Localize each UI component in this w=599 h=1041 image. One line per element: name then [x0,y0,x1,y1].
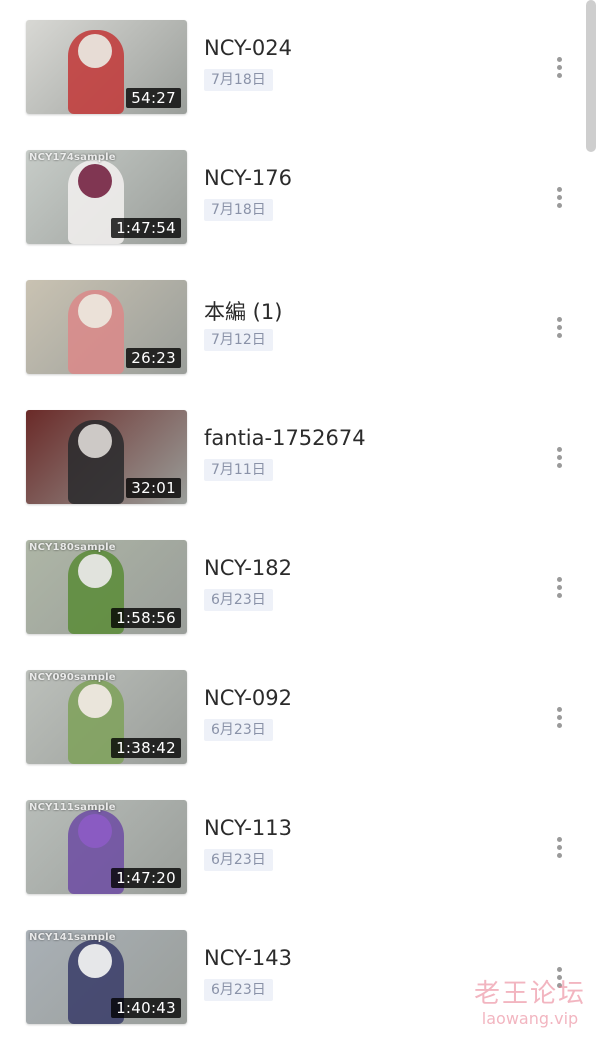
thumbnail-figure-head [78,424,112,458]
more-options-button[interactable] [548,55,572,81]
more-options-button[interactable] [548,705,572,731]
thumbnail-caption: NCY180sample [29,542,116,553]
duration-badge: 1:47:54 [111,218,181,238]
video-title[interactable]: NCY-176 [204,166,292,190]
watermark-cn-text: 老王论坛 [473,979,586,1009]
thumbnail-caption: NCY141sample [29,932,116,943]
video-thumbnail[interactable]: 32:01 [26,410,187,504]
video-thumbnail[interactable]: NCY141sample 1:40:43 [26,930,187,1024]
video-title[interactable]: NCY-113 [204,816,292,840]
video-thumbnail[interactable]: 54:27 [26,20,187,114]
thumbnail-caption: NCY090sample [29,672,116,683]
date-badge: 6月23日 [204,979,273,1001]
video-thumbnail[interactable]: NCY180sample 1:58:56 [26,540,187,634]
thumbnail-caption: NCY174sample [29,152,116,163]
thumbnail-figure-head [78,34,112,68]
duration-badge: 32:01 [126,478,181,498]
thumbnail-figure-head [78,814,112,848]
video-title[interactable]: NCY-092 [204,686,292,710]
date-badge: 6月23日 [204,719,273,741]
duration-badge: 1:47:20 [111,868,181,888]
duration-badge: 1:38:42 [111,738,181,758]
list-item[interactable]: 54:27 NCY-024 7月18日 [0,20,599,130]
thumbnail-figure-head [78,684,112,718]
watermark-url-text: laowang.vip [481,1009,579,1028]
video-thumbnail[interactable]: 26:23 [26,280,187,374]
thumbnail-figure-head [78,554,112,588]
thumbnail-figure-head [78,164,112,198]
thumbnail-figure-head [78,944,112,978]
date-badge: 7月18日 [204,199,273,221]
duration-badge: 1:58:56 [111,608,181,628]
video-thumbnail[interactable]: NCY111sample 1:47:20 [26,800,187,894]
date-badge: 7月12日 [204,329,273,351]
list-item[interactable]: NCY174sample 1:47:54 NCY-176 7月18日 [0,150,599,260]
video-thumbnail[interactable]: NCY174sample 1:47:54 [26,150,187,244]
date-badge: 7月11日 [204,459,273,481]
video-title[interactable]: NCY-182 [204,556,292,580]
date-badge: 6月23日 [204,849,273,871]
date-badge: 6月23日 [204,589,273,611]
more-options-button[interactable] [548,315,572,341]
scrollbar[interactable] [586,0,596,152]
duration-badge: 26:23 [126,348,181,368]
video-title[interactable]: 本編 (1) [204,296,282,326]
list-item[interactable]: 32:01 fantia-1752674 7月11日 [0,410,599,520]
list-item[interactable]: NCY090sample 1:38:42 NCY-092 6月23日 [0,670,599,780]
list-item[interactable]: NCY180sample 1:58:56 NCY-182 6月23日 [0,540,599,650]
video-title[interactable]: NCY-143 [204,946,292,970]
thumbnail-figure-head [78,294,112,328]
date-badge: 7月18日 [204,69,273,91]
duration-badge: 1:40:43 [111,998,181,1018]
list-item[interactable]: NCY111sample 1:47:20 NCY-113 6月23日 [0,800,599,910]
video-thumbnail[interactable]: NCY090sample 1:38:42 [26,670,187,764]
list-item[interactable]: 26:23 本編 (1) 7月12日 [0,280,599,390]
more-options-button[interactable] [548,835,572,861]
more-options-button[interactable] [548,575,572,601]
thumbnail-caption: NCY111sample [29,802,116,813]
video-title[interactable]: NCY-024 [204,36,292,60]
video-title[interactable]: fantia-1752674 [204,426,366,450]
duration-badge: 54:27 [126,88,181,108]
watermark: 老王论坛 laowang.vip [470,979,590,1029]
more-options-button[interactable] [548,445,572,471]
more-options-button[interactable] [548,185,572,211]
